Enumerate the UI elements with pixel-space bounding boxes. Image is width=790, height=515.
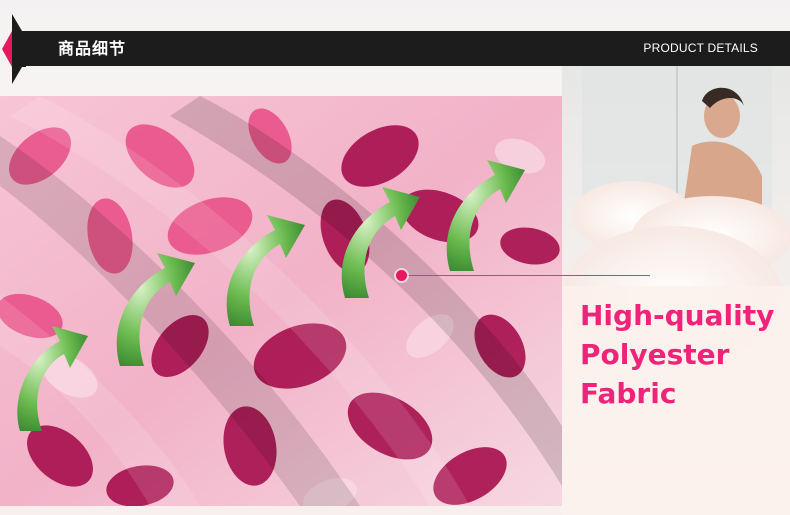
section-marker-icon: [2, 14, 26, 84]
feature-headline: High-quality Polyester Fabric: [580, 296, 785, 413]
section-header: 商品细节 PRODUCT DETAILS: [0, 14, 790, 84]
pointer-line: [402, 275, 650, 276]
fabric-photo: [0, 96, 562, 506]
headline-line-1: High-quality: [580, 299, 775, 332]
bath-photo: [562, 66, 790, 515]
headline-line-3: Fabric: [580, 377, 677, 410]
headline-line-2: Polyester: [580, 338, 730, 371]
pointer-dot-icon: [396, 270, 407, 281]
header-subtitle: PRODUCT DETAILS: [643, 41, 758, 55]
header-title: 商品细节: [58, 39, 127, 58]
